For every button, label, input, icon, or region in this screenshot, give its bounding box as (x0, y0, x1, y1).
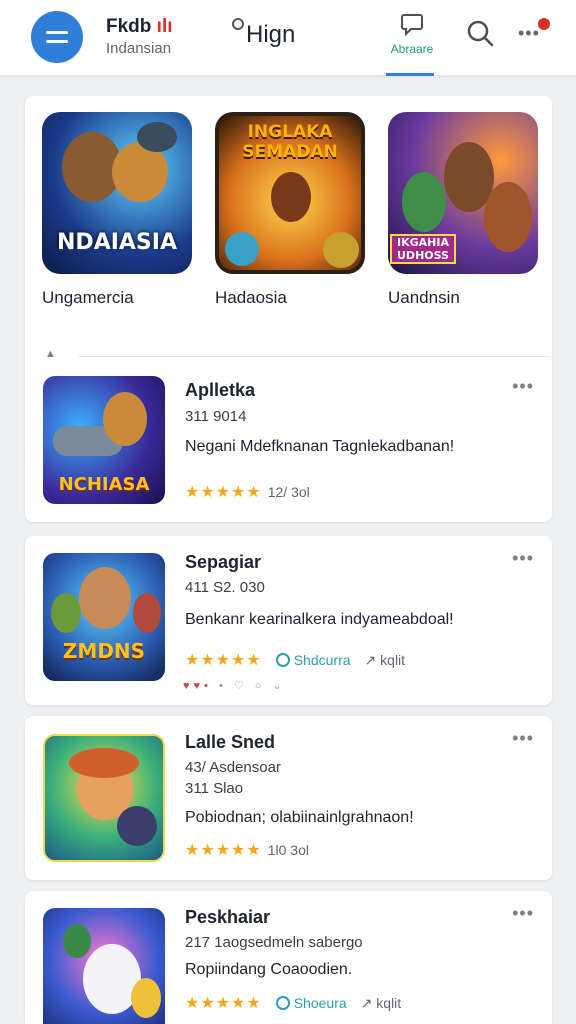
game-name: Ungamercia (42, 288, 134, 307)
kplt-button[interactable]: ↗ kqlit (361, 995, 402, 1012)
app-title: Sepagiar (185, 552, 262, 572)
app-description: Pobiodnan; olabiinainlgrahnaon! (185, 809, 414, 826)
brand-accent: ılı (156, 16, 173, 37)
game-logo: ZMDNS (62, 639, 146, 663)
star-rating-icon: ★★★★★ (185, 652, 262, 669)
game-logo: NDAIASIA (57, 230, 177, 255)
rating-text: 12/ 3ol (267, 484, 310, 500)
featured-item[interactable]: INGLAKA SEMADAN Hadaosia (215, 112, 365, 308)
app-title: Lalle Sned (185, 732, 276, 752)
rating-row: ★★★★★ 12/ 3ol (185, 482, 310, 502)
page-title: Hign (232, 18, 295, 49)
app-thumbnail: ZMDNS (43, 553, 165, 681)
top-app-bar: Fkdb ılı Indansian Hign Abraare ••• (0, 0, 576, 76)
menu-icon (46, 31, 68, 34)
app-description: Benkanr kearinalkera indyameabdoal! (185, 611, 454, 628)
menu-button[interactable] (31, 11, 83, 63)
circle-icon (232, 18, 244, 30)
app-meta: 411 S2. 030 (185, 579, 265, 596)
share-button[interactable]: Shdcurra (275, 652, 351, 668)
app-meta: 43/ Asdensoar (185, 759, 281, 776)
link-icon: ↗ (364, 651, 377, 668)
app-card[interactable]: Lalle Sned 43/ Asdensoar 311 Slao Pobiod… (25, 716, 552, 880)
decorative-dots: ♥♥• • ♡ ○ ⌄ (183, 680, 286, 692)
more-dots-icon[interactable]: ••• (512, 903, 534, 924)
more-dots-icon: ••• (518, 23, 540, 43)
kplt-button[interactable]: ↗ kqlit (365, 652, 406, 669)
featured-card: NDAIASIA Ungamercia INGLAKA SEMADAN Hada… (25, 96, 552, 522)
star-rating-icon: ★★★★★ (185, 484, 262, 501)
game-thumbnail: NDAIASIA (42, 112, 192, 274)
app-title: Peskhaiar (185, 907, 271, 927)
tab-active[interactable]: Abraare (386, 12, 438, 76)
game-thumbnail: IKGAHIA UDHOSS (388, 112, 538, 274)
list-item[interactable]: NCHIASA Aplletka 311 9014 Negani Mdefkna… (25, 376, 552, 516)
link-icon: ↗ (360, 994, 373, 1011)
share-icon (275, 996, 290, 1010)
game-logo: IKGAHIA UDHOSS (390, 234, 456, 264)
overflow-menu-button[interactable]: ••• (514, 18, 550, 48)
app-description: Ropiindang Coaoodien. (185, 961, 353, 978)
app-card[interactable]: Peskhaiar 217 1aogsedmeln sabergo Ropiin… (25, 891, 552, 1024)
search-icon (467, 20, 494, 47)
game-logo: NCHIASA (58, 474, 150, 495)
brand-title: Fkdb (106, 16, 152, 37)
rating-row: ★★★★★ 1l0 3ol (185, 840, 309, 860)
featured-item[interactable]: IKGAHIA UDHOSS Uandnsin (388, 112, 538, 308)
share-button[interactable]: Shoeura (275, 995, 347, 1011)
game-name: Hadaosia (215, 288, 287, 307)
more-dots-icon[interactable]: ••• (512, 376, 534, 397)
app-meta-secondary: 311 Slao (185, 780, 244, 797)
app-meta: 217 1aogsedmeln sabergo (185, 934, 363, 951)
game-name: Uandnsin (388, 288, 460, 307)
game-thumbnail: INGLAKA SEMADAN (215, 112, 365, 274)
tab-indicator (386, 73, 434, 76)
search-button[interactable] (465, 18, 495, 48)
more-dots-icon[interactable]: ••• (512, 728, 534, 749)
app-thumbnail (43, 908, 165, 1024)
featured-item[interactable]: NDAIASIA Ungamercia (42, 112, 192, 308)
app-thumbnail: NCHIASA (43, 376, 165, 504)
rating-row: ★★★★★ Shdcurra ↗ kqlit (185, 650, 405, 670)
notification-badge (538, 18, 550, 30)
app-description: Negani Mdefknanan Tagnlekadbanan! (185, 438, 455, 455)
share-icon (275, 653, 290, 667)
rating-row: ★★★★★ Shoeura ↗ kqlit (185, 993, 401, 1013)
app-meta: 311 9014 (185, 408, 247, 425)
more-dots-icon[interactable]: ••• (512, 548, 534, 569)
chat-bubble-icon (401, 14, 423, 37)
app-thumbnail (43, 734, 165, 862)
game-logo: INGLAKA SEMADAN (242, 122, 338, 162)
rating-text: 1l0 3ol (267, 842, 309, 858)
app-card[interactable]: ZMDNS Sepagiar 411 S2. 030 Benkanr keari… (25, 536, 552, 705)
tab-label: Abraare (390, 42, 434, 56)
app-title: Aplletka (185, 380, 256, 400)
star-rating-icon: ★★★★★ (185, 842, 262, 859)
section-divider: ▲ (39, 348, 549, 362)
star-rating-icon: ★★★★★ (185, 995, 262, 1012)
brand: Fkdb ılı Indansian (106, 16, 173, 57)
chevron-up-icon[interactable]: ▲ (45, 348, 56, 360)
brand-subtitle: Indansian (106, 40, 172, 57)
